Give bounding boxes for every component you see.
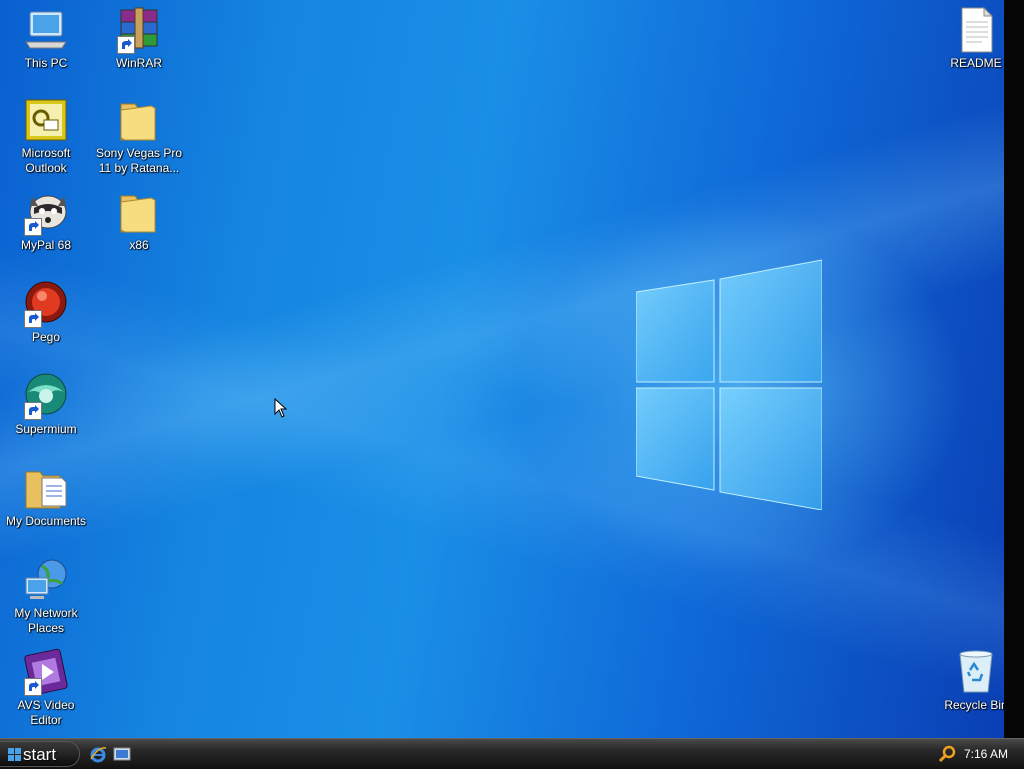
taskbar: start 7:16 AM (0, 738, 1024, 769)
desktop-icon-this-pc[interactable]: This PC (1, 6, 91, 71)
desktop-icon-microsoft-outlook[interactable]: Microsoft Outlook (1, 96, 91, 176)
start-button[interactable]: start (0, 741, 80, 767)
desktop-icon-pego[interactable]: Pego (1, 280, 91, 345)
desktop-icon-label: x86 (129, 238, 149, 252)
desktop-icon-label: Microsoft Outlook (21, 146, 71, 175)
screen-edge-bar (1004, 0, 1024, 738)
recycle-bin-icon (952, 648, 1000, 696)
desktop-icon-label: MyPal 68 (20, 238, 72, 252)
supermium-icon (22, 372, 70, 420)
winrar-icon (115, 6, 163, 54)
desktop-icon-label: This PC (24, 56, 68, 70)
desktop-icon-avs-video-editor[interactable]: AVS Video Editor (1, 648, 91, 728)
folder-icon (115, 96, 163, 144)
show-desktop-icon[interactable] (113, 745, 131, 763)
shortcut-arrow-icon (117, 36, 135, 54)
network-places-icon (22, 556, 70, 604)
desktop-icon-readme[interactable]: README (931, 6, 1004, 71)
mouse-cursor-icon (274, 398, 288, 418)
internet-explorer-icon[interactable] (89, 745, 107, 763)
desktop-icon-label: README (950, 56, 1002, 70)
desktop-icon-recycle-bin[interactable]: Recycle Bin (931, 648, 1004, 713)
clock[interactable]: 7:16 AM (964, 747, 1008, 761)
desktop-icon-label: Supermium (15, 422, 77, 436)
search-icon[interactable] (938, 745, 956, 763)
desktop[interactable]: This PC WinRAR README Microsoft Outlook … (0, 0, 1004, 738)
desktop-icon-my-documents[interactable]: My Documents (1, 464, 91, 529)
windows-logo-wallpaper (636, 259, 822, 510)
folder-icon (115, 188, 163, 236)
desktop-icon-mypal-68[interactable]: MyPal 68 (1, 188, 91, 253)
desktop-icon-label: WinRAR (115, 56, 162, 70)
desktop-icon-winrar[interactable]: WinRAR (94, 6, 184, 71)
desktop-icon-x86-folder[interactable]: x86 (94, 188, 184, 253)
shortcut-arrow-icon (24, 678, 42, 696)
desktop-icon-label: Sony Vegas Pro 11 by Ratana... (95, 146, 183, 175)
outlook-icon (22, 96, 70, 144)
desktop-icon-label: Pego (31, 330, 61, 344)
windows-flag-icon (8, 748, 21, 761)
desktop-icon-label: AVS Video Editor (17, 698, 75, 727)
desktop-icon-sony-vegas-folder[interactable]: Sony Vegas Pro 11 by Ratana... (94, 96, 184, 176)
text-document-icon (952, 6, 1000, 54)
pego-icon (22, 280, 70, 328)
shortcut-arrow-icon (24, 218, 42, 236)
desktop-icon-label: Recycle Bin (944, 698, 1004, 712)
desktop-icon-supermium[interactable]: Supermium (1, 372, 91, 437)
desktop-icon-label: My Network Places (14, 606, 78, 635)
desktop-icon-label: My Documents (5, 514, 87, 528)
start-label: start (23, 745, 57, 764)
avs-video-editor-icon (22, 648, 70, 696)
shortcut-arrow-icon (24, 310, 42, 328)
mypal-raccoon-icon (22, 188, 70, 236)
desktop-icon-my-network-places[interactable]: My Network Places (1, 556, 91, 636)
computer-icon (22, 6, 70, 54)
shortcut-arrow-icon (24, 402, 42, 420)
my-documents-icon (22, 464, 70, 512)
